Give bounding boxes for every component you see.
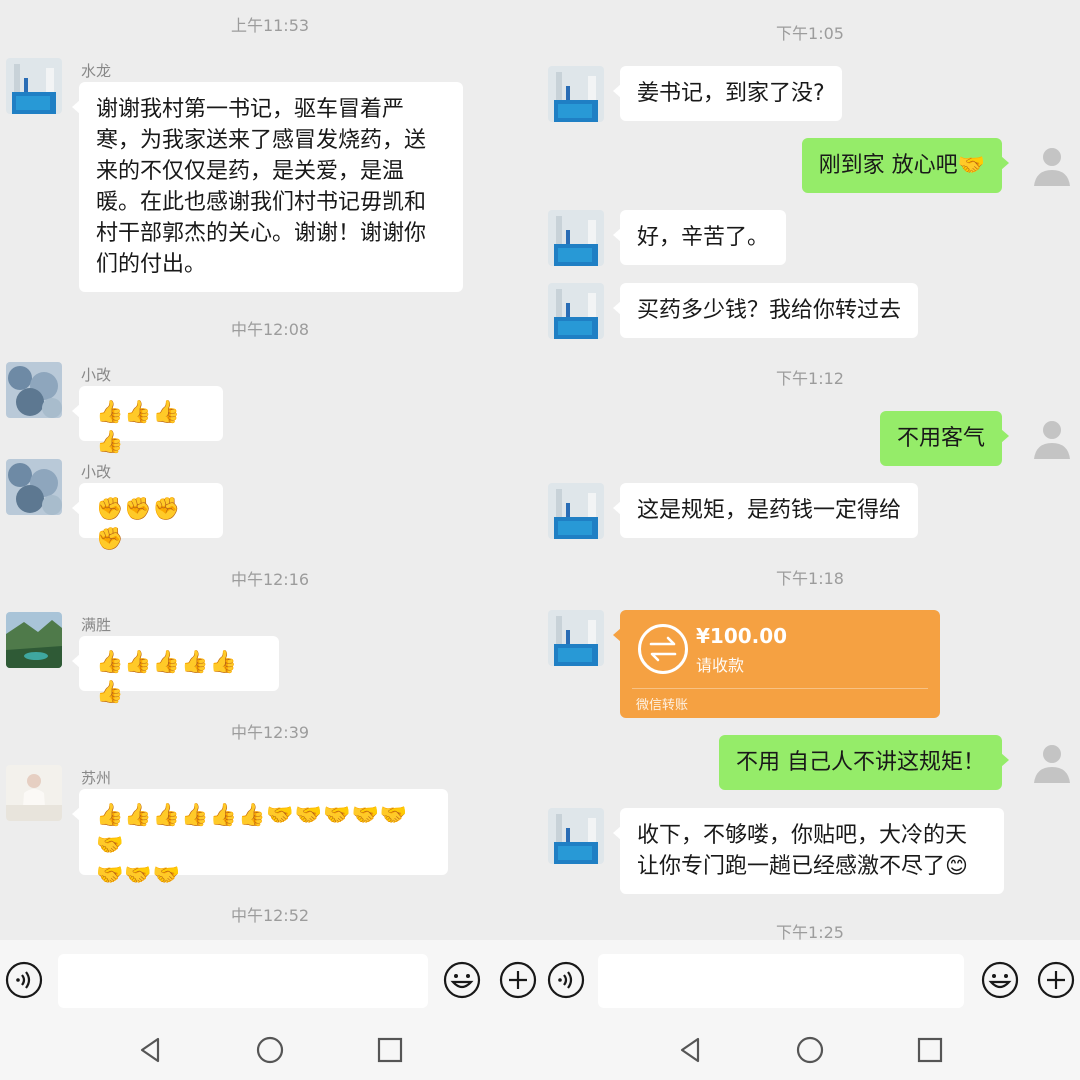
- transfer-card[interactable]: ¥100.00 请收款 微信转账: [613, 610, 940, 718]
- default-avatar-icon[interactable]: [1030, 144, 1074, 188]
- nav-back-icon[interactable]: [674, 1034, 706, 1066]
- message-bubble[interactable]: 👍👍👍👍👍👍: [72, 636, 279, 705]
- nav-home-icon[interactable]: [254, 1034, 286, 1066]
- transfer-icon: [638, 624, 688, 674]
- avatar[interactable]: [6, 459, 62, 515]
- input-bar: [540, 940, 1080, 1020]
- avatar[interactable]: [6, 765, 62, 821]
- avatar[interactable]: [548, 66, 604, 122]
- message-input[interactable]: [598, 954, 964, 1008]
- avatar[interactable]: [6, 612, 62, 668]
- timestamp: 下午1:12: [776, 369, 844, 388]
- timestamp: 中午12:16: [230, 570, 310, 589]
- transfer-amount: ¥100.00: [696, 624, 788, 648]
- nav-back-icon[interactable]: [134, 1034, 166, 1066]
- emoji-icon[interactable]: [442, 960, 482, 1000]
- timestamp: 下午1:18: [776, 569, 844, 588]
- message-bubble[interactable]: 刚到家 放心吧🤝: [801, 138, 1010, 193]
- voice-icon[interactable]: [4, 960, 44, 1000]
- avatar[interactable]: [548, 610, 604, 666]
- message-bubble[interactable]: 买药多少钱？我给你转过去: [612, 283, 919, 338]
- nav-recents-icon[interactable]: [374, 1034, 406, 1066]
- timestamp: 下午1:25: [776, 923, 844, 940]
- plus-icon[interactable]: [1036, 960, 1076, 1000]
- timestamp: 中午12:39: [230, 723, 310, 742]
- message-bubble[interactable]: 好，辛苦了。: [612, 210, 787, 265]
- sender-name: 水龙: [81, 62, 112, 80]
- input-bar: [0, 940, 540, 1020]
- avatar[interactable]: [548, 210, 604, 266]
- system-navbar: [540, 1020, 1080, 1080]
- nav-recents-icon[interactable]: [914, 1034, 946, 1066]
- message-input[interactable]: [58, 954, 428, 1008]
- transfer-divider: [632, 688, 928, 689]
- plus-icon[interactable]: [498, 960, 538, 1000]
- timestamp: 中午12:08: [230, 320, 310, 339]
- message-bubble[interactable]: 👍👍👍👍: [72, 386, 223, 455]
- chat-panel-left: 上午11:53 水龙 谢谢我村第一书记，驱车冒着严 寒，为我家送来了感冒发烧药，…: [0, 0, 540, 1080]
- timestamp: 下午1:05: [776, 24, 844, 43]
- nav-home-icon[interactable]: [794, 1034, 826, 1066]
- chat-panel-right: 下午1:05 姜书记，到家了没? 刚到家 放心吧🤝 好，辛苦了。 买药多少钱？我…: [540, 0, 1080, 1080]
- transfer-hint: 请收款: [696, 656, 745, 675]
- message-list-left[interactable]: 上午11:53 水龙 谢谢我村第一书记，驱车冒着严 寒，为我家送来了感冒发烧药，…: [0, 0, 540, 940]
- avatar[interactable]: [6, 362, 62, 418]
- sender-name: 苏州: [81, 769, 112, 787]
- default-avatar-icon[interactable]: [1030, 417, 1074, 461]
- message-bubble[interactable]: 不用 自己人不讲这规矩！: [719, 735, 1009, 790]
- message-bubble[interactable]: 这是规矩，是药钱一定得给: [612, 483, 919, 538]
- voice-icon[interactable]: [546, 960, 586, 1000]
- avatar[interactable]: [548, 483, 604, 539]
- default-avatar-icon[interactable]: [1030, 741, 1074, 785]
- message-list-right[interactable]: 下午1:05 姜书记，到家了没? 刚到家 放心吧🤝 好，辛苦了。 买药多少钱？我…: [540, 0, 1080, 940]
- timestamp: 上午11:53: [230, 16, 310, 35]
- message-bubble[interactable]: 👍👍👍👍👍👍🤝🤝🤝🤝🤝🤝 🤝🤝🤝: [72, 789, 448, 888]
- system-navbar: [0, 1020, 540, 1080]
- avatar[interactable]: [6, 58, 62, 114]
- message-bubble[interactable]: 收下，不够喽，你贴吧，大冷的天 让你专门跑一趟已经感激不尽了😊: [613, 808, 1004, 894]
- emoji-icon[interactable]: [980, 960, 1020, 1000]
- transfer-footer: 微信转账: [636, 698, 689, 713]
- sender-name: 满胜: [81, 616, 112, 634]
- avatar[interactable]: [548, 283, 604, 339]
- timestamp: 中午12:52: [230, 906, 310, 925]
- sender-name: 小改: [81, 463, 112, 481]
- message-bubble[interactable]: 姜书记，到家了没?: [613, 66, 842, 121]
- message-bubble[interactable]: 谢谢我村第一书记，驱车冒着严 寒，为我家送来了感冒发烧药，送 来的不仅仅是药，是…: [72, 82, 463, 292]
- sender-name: 小改: [81, 366, 112, 384]
- avatar[interactable]: [548, 808, 604, 864]
- message-bubble[interactable]: ✊✊✊✊: [72, 483, 223, 552]
- message-bubble[interactable]: 不用客气: [879, 411, 1010, 466]
